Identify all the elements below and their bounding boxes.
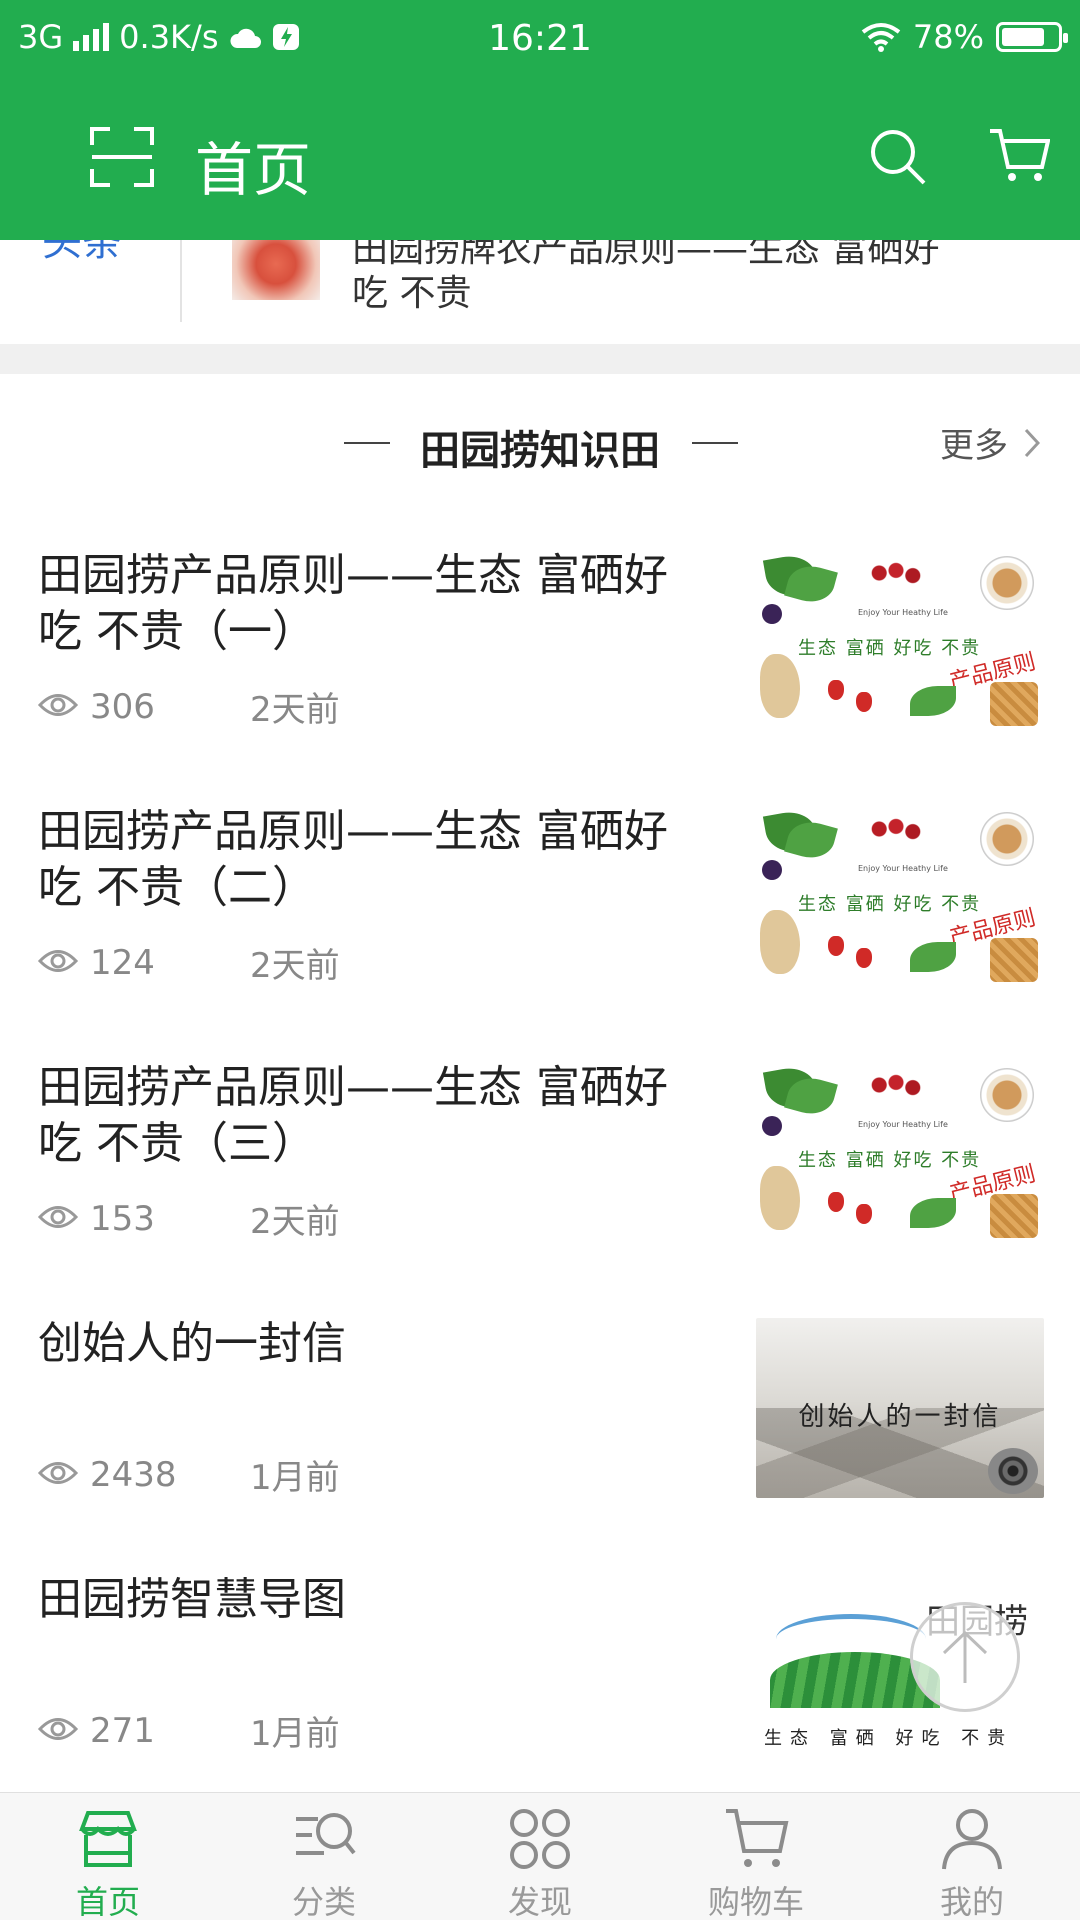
page-title: 首页 <box>195 136 312 204</box>
headline-text: 田园捞牌农产品原则——生态 富硒好吃 不贵 <box>352 240 940 314</box>
title-line-right <box>692 442 738 444</box>
battery-icon <box>996 22 1068 52</box>
search-icon[interactable] <box>868 127 928 187</box>
top-bar: 3G 0.3K/s 16:21 78% 首页 <box>0 0 1080 240</box>
headline-tag: 头条 <box>42 240 122 265</box>
article-title: 田园捞智慧导图 <box>38 1574 346 1625</box>
article-title: 创始人的一封信 <box>38 1318 346 1369</box>
app-header: 首页 <box>0 75 1080 240</box>
tab-discover[interactable]: 发现 <box>432 1793 648 1920</box>
tab-category-search[interactable]: 分类 <box>216 1793 432 1920</box>
tab-label: 我的 <box>939 1883 1004 1920</box>
eye-icon <box>37 1205 79 1228</box>
article-title: 田园捞产品原则——生态 富硒好吃 不贵（三） <box>38 1062 668 1169</box>
article-title: 田园捞产品原则——生态 富硒好吃 不贵（二） <box>38 806 668 913</box>
category-search-icon <box>288 1803 360 1875</box>
view-count: 306 <box>90 686 155 727</box>
headline-thumbnail <box>232 240 320 300</box>
battery-percent: 78% <box>912 18 984 56</box>
user-icon <box>936 1803 1008 1875</box>
tab-label: 分类 <box>291 1883 356 1920</box>
eye-icon <box>37 949 79 972</box>
article-meta: 306 2天前 <box>37 682 340 731</box>
cart-icon <box>720 1803 792 1875</box>
status-right: 78% <box>861 18 1068 56</box>
article-item[interactable]: 创始人的一封信 2438 1月前 创始人的一封信 <box>0 1282 1080 1538</box>
article-meta: 124 2天前 <box>37 938 340 987</box>
eye-icon <box>37 693 79 716</box>
tab-label: 发现 <box>507 1883 572 1920</box>
back-to-top-button[interactable] <box>910 1602 1020 1712</box>
chevron-right-icon <box>1024 428 1040 457</box>
article-thumbnail: Enjoy Your Heathy Life 生态 富硒 好吃 不贵 产品原则 <box>756 806 1044 986</box>
headline-divider <box>180 240 182 322</box>
eye-icon <box>37 1461 79 1484</box>
status-bar: 3G 0.3K/s 16:21 78% <box>0 0 1080 75</box>
section-separator <box>0 344 1080 374</box>
tab-label: 购物车 <box>707 1883 804 1920</box>
tab-user[interactable]: 我的 <box>864 1793 1080 1920</box>
knowledge-section-header: 田园捞知识田 更多 <box>0 374 1080 514</box>
eye-icon <box>37 1717 79 1740</box>
view-count: 2438 <box>90 1454 177 1495</box>
tab-cart[interactable]: 购物车 <box>648 1793 864 1920</box>
view-count: 153 <box>90 1198 155 1239</box>
cart-icon[interactable] <box>988 127 1050 185</box>
section-title: 田园捞知识田 <box>420 428 660 474</box>
store-icon <box>72 1803 144 1875</box>
article-title: 田园捞产品原则——生态 富硒好吃 不贵（一） <box>38 550 668 657</box>
scan-icon[interactable] <box>90 127 154 187</box>
article-item[interactable]: 田园捞产品原则——生态 富硒好吃 不贵（一） 306 2天前 Enjoy Your H… <box>0 514 1080 770</box>
battery-fill <box>1002 28 1045 46</box>
article-thumbnail: Enjoy Your Heathy Life 生态 富硒 好吃 不贵 产品原则 <box>756 550 1044 730</box>
discover-icon <box>504 1803 576 1875</box>
arrow-up-icon <box>942 1630 988 1683</box>
view-count: 271 <box>90 1710 155 1751</box>
article-item[interactable]: 田园捞产品原则——生态 富硒好吃 不贵（二） 124 2天前 Enjoy Your H… <box>0 770 1080 1026</box>
bottom-navigation: 首页 分类 发现 购物车 我的 <box>0 1792 1080 1920</box>
article-meta: 2438 1月前 <box>37 1450 340 1499</box>
article-item[interactable]: 田园捞产品原则——生态 富硒好吃 不贵（三） 153 2天前 Enjoy Your H… <box>0 1026 1080 1282</box>
publish-time: 2天前 <box>250 946 340 986</box>
headline-banner[interactable]: 头条 田园捞牌农产品原则——生态 富硒好吃 不贵 <box>0 240 1080 340</box>
tab-store[interactable]: 首页 <box>0 1793 216 1920</box>
publish-time: 1月前 <box>250 1714 340 1754</box>
article-meta: 271 1月前 <box>37 1706 340 1755</box>
publish-time: 1月前 <box>250 1458 340 1498</box>
article-thumbnail: Enjoy Your Heathy Life 生态 富硒 好吃 不贵 产品原则 <box>756 1062 1044 1242</box>
view-count: 124 <box>90 942 155 983</box>
publish-time: 2天前 <box>250 690 340 730</box>
article-thumbnail: 创始人的一封信 <box>756 1318 1044 1498</box>
wifi-icon <box>861 23 901 52</box>
more-link[interactable]: 更多 <box>940 418 1040 467</box>
tab-label: 首页 <box>75 1883 140 1920</box>
more-label: 更多 <box>940 426 1008 466</box>
article-meta: 153 2天前 <box>37 1194 340 1243</box>
publish-time: 2天前 <box>250 1202 340 1242</box>
